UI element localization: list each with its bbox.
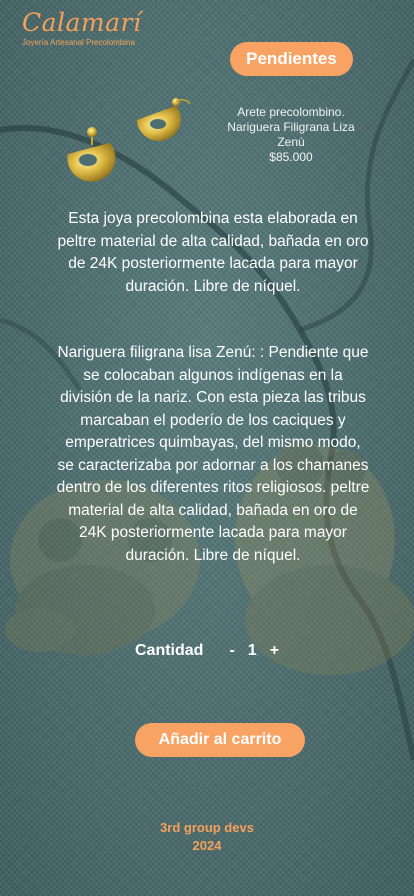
- footer: 3rd group devs 2024: [0, 819, 414, 855]
- footer-year: 2024: [192, 838, 222, 853]
- footer-credit: 3rd group devs: [160, 820, 254, 835]
- product-description-long: Nariguera filigrana lisa Zenú: : Pendien…: [56, 344, 370, 564]
- brand-name: Calamarí: [22, 8, 142, 37]
- brand-tagline: Joyería Artesanal Precolombina: [22, 38, 135, 47]
- product-description-short: Esta joya precolombina esta elaborada en…: [57, 210, 369, 295]
- product-price: $85.000: [269, 150, 313, 164]
- earrings-illustration: [67, 98, 191, 182]
- quantity-decrease-button[interactable]: -: [227, 642, 236, 660]
- product-name: Arete precolombino. Nariguera Filigrana …: [227, 105, 355, 149]
- add-to-cart-button[interactable]: Añadir al carrito: [135, 723, 305, 757]
- brand-logo[interactable]: Calamarí Joyería Artesanal Precolombina: [22, 8, 142, 47]
- quantity-increase-button[interactable]: +: [268, 642, 281, 660]
- product-image: [30, 90, 200, 190]
- quantity-value: 1: [247, 642, 257, 659]
- category-button[interactable]: Pendientes: [230, 42, 353, 76]
- quantity-label: Cantidad: [135, 642, 204, 659]
- quantity-stepper: Cantidad - 1 +: [135, 640, 281, 662]
- product-info: Arete precolombino. Nariguera Filigrana …: [220, 105, 362, 165]
